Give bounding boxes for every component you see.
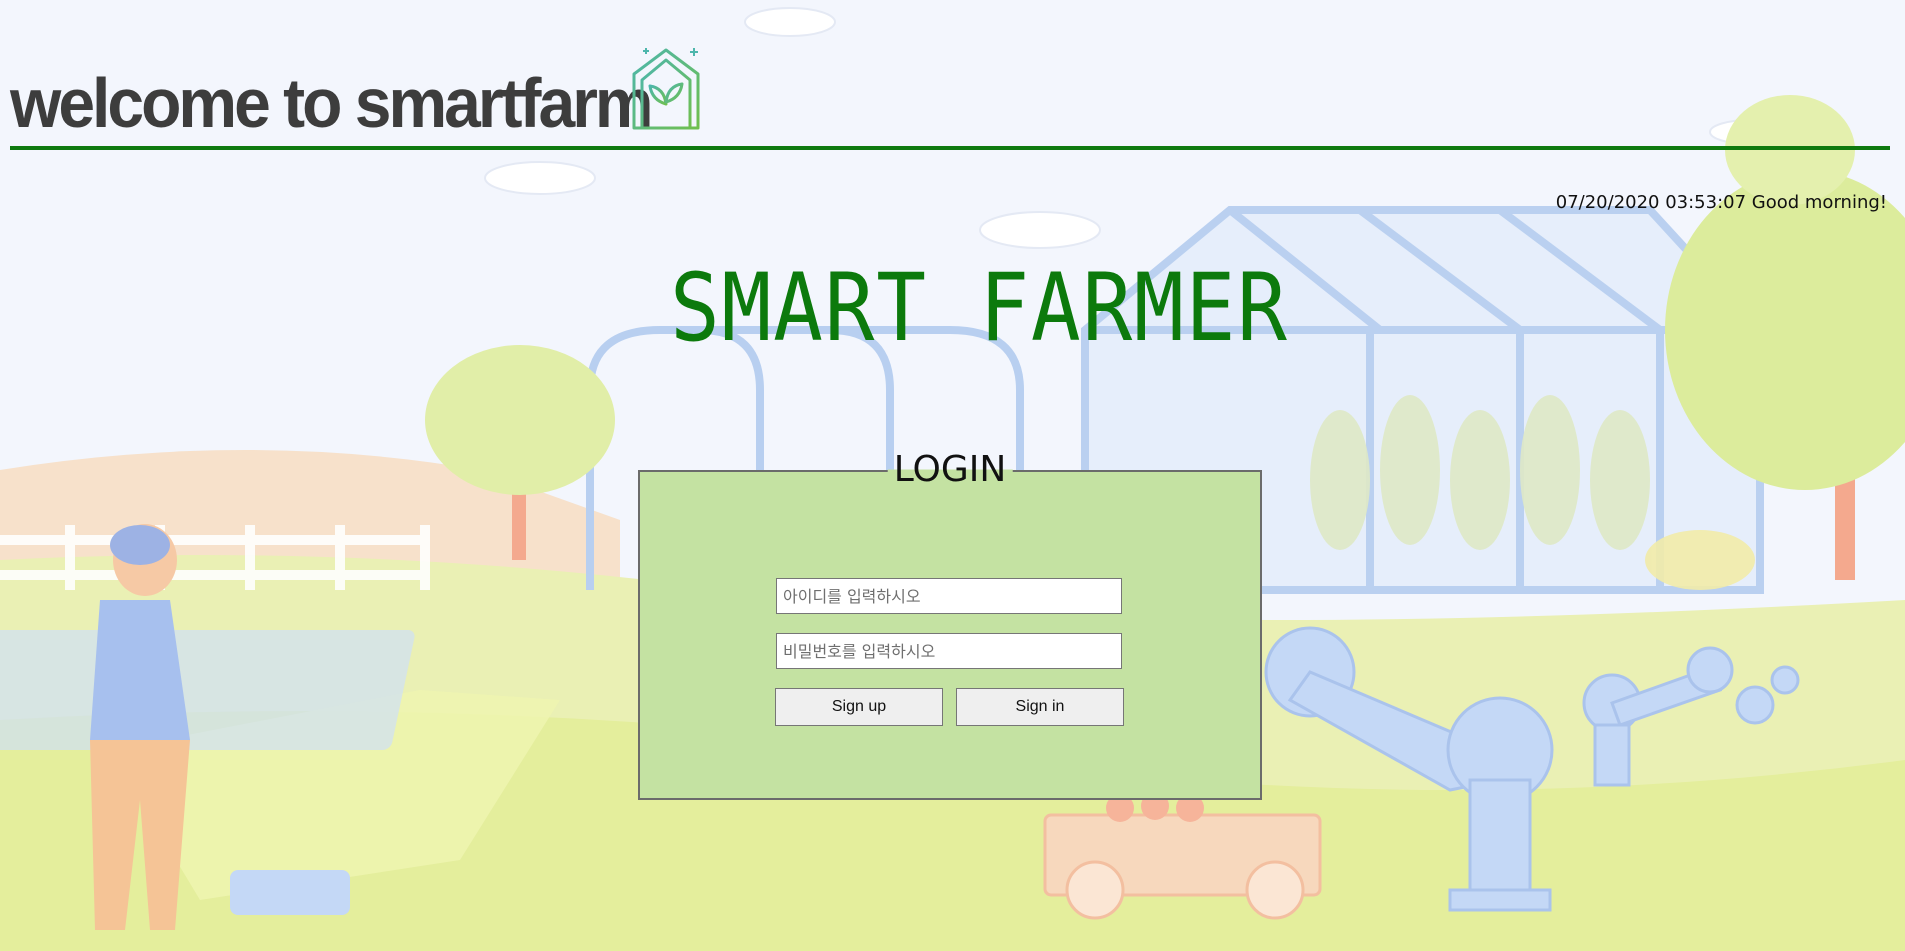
login-legend: LOGIN (887, 452, 1013, 488)
sign-up-button[interactable]: Sign up (775, 688, 943, 726)
user-id-input[interactable] (776, 578, 1122, 614)
datetime-greeting: 07/20/2020 03:53:07 Good morning! (1555, 192, 1887, 213)
brand-title: SMART FARMER (670, 254, 1289, 363)
login-form: LOGIN Sign up Sign in (638, 452, 1262, 800)
site-title: welcome to smartfarm (10, 64, 654, 142)
sign-in-button[interactable]: Sign in (956, 688, 1124, 726)
site-header: welcome to smartfarm (10, 40, 1890, 150)
smart-greenhouse-icon (632, 48, 700, 130)
password-input[interactable] (776, 633, 1122, 669)
